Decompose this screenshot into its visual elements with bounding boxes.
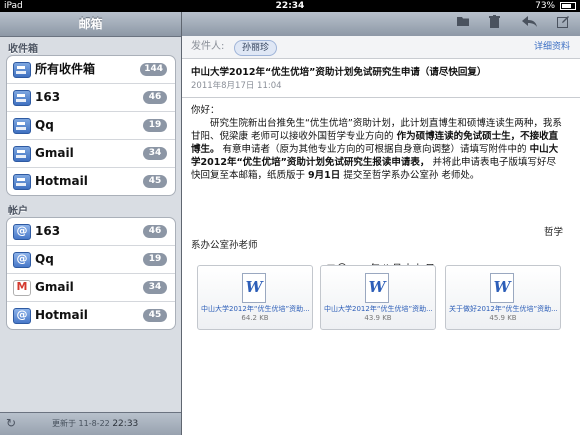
at-icon bbox=[13, 308, 31, 324]
inbox-gmail[interactable]: Gmail 34 bbox=[7, 140, 175, 168]
battery-indicator: 73% bbox=[535, 0, 576, 12]
inbox-icon bbox=[13, 90, 31, 106]
attachment-size: 45.9 KB bbox=[489, 314, 517, 322]
signature-office: 系办公室孙老师 bbox=[191, 240, 258, 251]
inbox-163[interactable]: 163 46 bbox=[7, 84, 175, 112]
trash-icon[interactable] bbox=[485, 15, 503, 33]
account-label: Hotmail bbox=[35, 308, 88, 322]
attachment-name: 中山大学2012年“优生优培”资助... bbox=[324, 305, 432, 313]
unread-badge: 144 bbox=[140, 63, 167, 76]
inbox-icon bbox=[13, 146, 31, 162]
refresh-icon[interactable]: ↻ bbox=[6, 416, 16, 430]
inbox-hotmail[interactable]: Hotmail 45 bbox=[7, 168, 175, 195]
updated-time: 22:33 bbox=[112, 419, 139, 429]
body-text-4: 提交至哲学系办公室孙 老师处。 bbox=[343, 170, 480, 181]
account-qq[interactable]: Qq 19 bbox=[7, 246, 175, 274]
attachment-size: 43.9 KB bbox=[364, 314, 392, 322]
body-text-2: 有意申请者（原为其他专业方向的可根据自身意向调整）请填写附件中的 bbox=[222, 144, 527, 155]
message-panel: 发件人: 孙丽珍 详细资料 中山大学2012年“优生优培”资助计划免试研究生申请… bbox=[182, 12, 580, 435]
message-date: 2011年8月17日 11:04 bbox=[191, 81, 282, 91]
word-doc-icon bbox=[242, 273, 266, 303]
message-subject: 中山大学2012年“优生优培”资助计划免试研究生申请（请尽快回复） bbox=[191, 67, 487, 78]
account-label: 163 bbox=[35, 224, 61, 238]
battery-percent: 73% bbox=[535, 1, 556, 11]
battery-icon bbox=[560, 1, 576, 10]
header-divider bbox=[182, 97, 580, 98]
accounts-section-label: 帐户 bbox=[8, 206, 28, 217]
last-updated: 更新于 11-8-22 22:33 bbox=[52, 413, 138, 435]
greeting: 你好： bbox=[191, 105, 220, 116]
unread-badge: 46 bbox=[143, 91, 167, 104]
status-time: 22:34 bbox=[275, 1, 305, 11]
move-folder-icon[interactable] bbox=[454, 15, 472, 33]
account-label: Gmail bbox=[35, 280, 74, 294]
unread-badge: 19 bbox=[143, 253, 167, 266]
unread-badge: 19 bbox=[143, 119, 167, 132]
inbox-label: Hotmail bbox=[35, 174, 88, 188]
mailbox-title: 邮箱 bbox=[78, 17, 103, 31]
body-paragraph: 研究生院新出台推免生“优生优培”资助计划，此计划直博生和硕博连读生两种，我系甘阳… bbox=[191, 117, 563, 182]
attachment-name: 关于做好2012年“优生优培”资助... bbox=[449, 305, 557, 313]
inbox-icon bbox=[13, 118, 31, 134]
body-strong-3: 9月1日 bbox=[308, 170, 341, 181]
account-hotmail[interactable]: Hotmail 45 bbox=[7, 302, 175, 329]
mailbox-header: 邮箱 bbox=[0, 12, 181, 37]
reply-icon[interactable] bbox=[520, 15, 538, 33]
at-icon bbox=[13, 252, 31, 268]
unread-badge: 34 bbox=[143, 147, 167, 160]
inboxes-list: 所有收件箱 144 163 46 Qq 19 Gmail 34 Hotmail … bbox=[6, 55, 176, 196]
mailbox-panel: 邮箱 收件箱 所有收件箱 144 163 46 Qq 19 Gmail 34 H… bbox=[0, 12, 182, 435]
inbox-qq[interactable]: Qq 19 bbox=[7, 112, 175, 140]
message-toolbar bbox=[182, 12, 580, 37]
unread-badge: 46 bbox=[143, 225, 167, 238]
details-link[interactable]: 详细资料 bbox=[534, 36, 570, 58]
unread-badge: 45 bbox=[143, 309, 167, 322]
at-icon bbox=[13, 224, 31, 240]
word-doc-icon bbox=[365, 273, 389, 303]
from-label: 发件人: bbox=[191, 41, 225, 52]
unread-badge: 45 bbox=[143, 175, 167, 188]
attachment-1[interactable]: 中山大学2012年“优生优培”资助... 64.2 KB bbox=[197, 265, 313, 330]
updated-date: 11-8-22 bbox=[78, 419, 110, 428]
sender-row: 发件人: 孙丽珍 详细资料 bbox=[182, 36, 580, 59]
accounts-list: 163 46 Qq 19 Gmail 34 Hotmail 45 bbox=[6, 217, 176, 330]
signature-dept: 哲学 bbox=[543, 227, 563, 238]
attachment-name: 中山大学2012年“优生优培”资助... bbox=[201, 305, 309, 313]
account-163[interactable]: 163 46 bbox=[7, 218, 175, 246]
account-gmail[interactable]: Gmail 34 bbox=[7, 274, 175, 302]
inbox-all[interactable]: 所有收件箱 144 bbox=[7, 56, 175, 84]
inboxes-section-label: 收件箱 bbox=[8, 44, 38, 55]
unread-badge: 34 bbox=[143, 281, 167, 294]
inbox-label: Qq bbox=[35, 118, 54, 132]
compose-icon[interactable] bbox=[554, 15, 572, 33]
sender-chip[interactable]: 孙丽珍 bbox=[234, 40, 278, 56]
mailbox-footer: ↻ 更新于 11-8-22 22:33 bbox=[0, 412, 181, 435]
inbox-icon bbox=[13, 62, 31, 78]
inbox-icon bbox=[13, 174, 31, 190]
account-label: Qq bbox=[35, 252, 54, 266]
attachment-size: 64.2 KB bbox=[241, 314, 269, 322]
inbox-label: 163 bbox=[35, 90, 61, 104]
message-body: 你好： 研究生院新出台推免生“优生优培”资助计划，此计划直博生和硕博连读生两种，… bbox=[191, 104, 563, 182]
attachment-2[interactable]: 中山大学2012年“优生优培”资助... 43.9 KB bbox=[320, 265, 436, 330]
inbox-label: 所有收件箱 bbox=[35, 62, 96, 76]
gmail-icon bbox=[13, 280, 31, 296]
inbox-label: Gmail bbox=[35, 146, 74, 160]
attachment-3[interactable]: 关于做好2012年“优生优培”资助... 45.9 KB bbox=[445, 265, 561, 330]
status-bar: iPad 22:34 73% bbox=[0, 0, 580, 12]
updated-prefix: 更新于 bbox=[52, 419, 76, 428]
word-doc-icon bbox=[490, 273, 514, 303]
